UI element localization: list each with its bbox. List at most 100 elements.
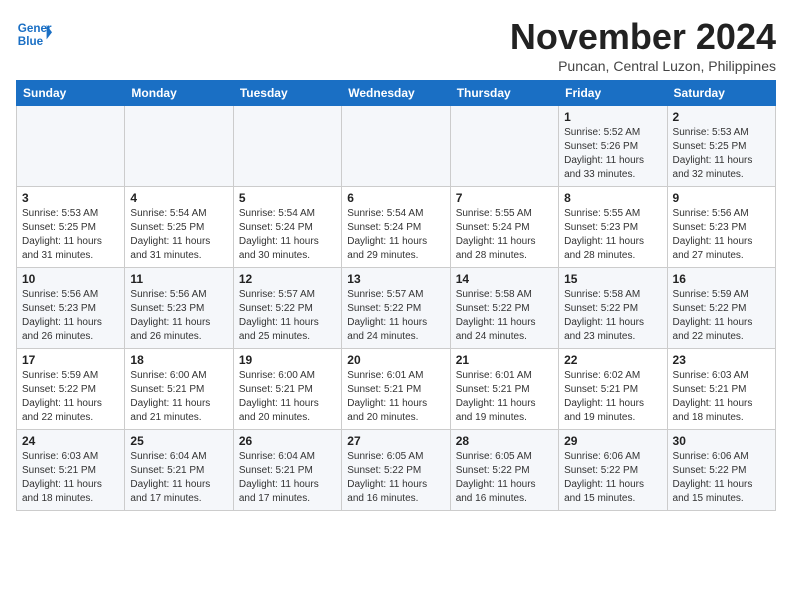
month-title: November 2024 xyxy=(510,16,776,58)
day-number: 10 xyxy=(22,272,119,286)
day-number: 19 xyxy=(239,353,336,367)
weekday-header-row: SundayMondayTuesdayWednesdayThursdayFrid… xyxy=(17,81,776,106)
calendar-cell: 21 Sunrise: 6:01 AMSunset: 5:21 PMDayligh… xyxy=(450,349,558,430)
day-info: Sunrise: 5:57 AMSunset: 5:22 PMDaylight:… xyxy=(239,288,336,344)
day-info: Sunrise: 6:06 AMSunset: 5:22 PMDaylight:… xyxy=(673,450,770,506)
calendar-cell: 23 Sunrise: 6:03 AMSunset: 5:21 PMDayligh… xyxy=(667,349,775,430)
svg-text:Blue: Blue xyxy=(18,35,44,48)
weekday-header-wednesday: Wednesday xyxy=(342,81,450,106)
page-header: General Blue November 2024 Puncan, Centr… xyxy=(16,16,776,74)
day-info: Sunrise: 5:53 AMSunset: 5:25 PMDaylight:… xyxy=(673,126,770,182)
day-info: Sunrise: 5:53 AMSunset: 5:25 PMDaylight:… xyxy=(22,207,119,263)
day-number: 7 xyxy=(456,191,553,205)
day-info: Sunrise: 5:58 AMSunset: 5:22 PMDaylight:… xyxy=(456,288,553,344)
calendar-cell: 4 Sunrise: 5:54 AMSunset: 5:25 PMDaylight… xyxy=(125,187,233,268)
calendar-cell: 15 Sunrise: 5:58 AMSunset: 5:22 PMDayligh… xyxy=(559,268,667,349)
calendar-cell: 2 Sunrise: 5:53 AMSunset: 5:25 PMDaylight… xyxy=(667,106,775,187)
day-number: 30 xyxy=(673,434,770,448)
calendar-cell: 9 Sunrise: 5:56 AMSunset: 5:23 PMDaylight… xyxy=(667,187,775,268)
day-number: 1 xyxy=(564,110,661,124)
day-info: Sunrise: 5:58 AMSunset: 5:22 PMDaylight:… xyxy=(564,288,661,344)
day-info: Sunrise: 5:55 AMSunset: 5:24 PMDaylight:… xyxy=(456,207,553,263)
calendar-cell: 19 Sunrise: 6:00 AMSunset: 5:21 PMDayligh… xyxy=(233,349,341,430)
day-number: 12 xyxy=(239,272,336,286)
logo: General Blue xyxy=(16,16,52,52)
day-number: 14 xyxy=(456,272,553,286)
day-number: 4 xyxy=(130,191,227,205)
day-info: Sunrise: 5:52 AMSunset: 5:26 PMDaylight:… xyxy=(564,126,661,182)
calendar-cell: 12 Sunrise: 5:57 AMSunset: 5:22 PMDayligh… xyxy=(233,268,341,349)
logo-icon: General Blue xyxy=(16,16,52,52)
calendar-cell: 11 Sunrise: 5:56 AMSunset: 5:23 PMDayligh… xyxy=(125,268,233,349)
calendar-cell: 25Sunrise: 6:04 AMSunset: 5:21 PMDayligh… xyxy=(125,430,233,511)
day-number: 29 xyxy=(564,434,661,448)
day-info: Sunrise: 6:03 AMSunset: 5:21 PMDaylight:… xyxy=(22,450,119,506)
day-info: Sunrise: 5:54 AMSunset: 5:25 PMDaylight:… xyxy=(130,207,227,263)
day-info: Sunrise: 6:01 AMSunset: 5:21 PMDaylight:… xyxy=(347,369,444,425)
calendar-cell: 24 Sunrise: 6:03 AMSunset: 5:21 PMDayligh… xyxy=(17,430,125,511)
calendar-cell: 13 Sunrise: 5:57 AMSunset: 5:22 PMDayligh… xyxy=(342,268,450,349)
day-number: 25 xyxy=(130,434,227,448)
calendar-week-3: 10 Sunrise: 5:56 AMSunset: 5:23 PMDayligh… xyxy=(17,268,776,349)
calendar-cell xyxy=(17,106,125,187)
day-number: 24 xyxy=(22,434,119,448)
calendar-cell: 14 Sunrise: 5:58 AMSunset: 5:22 PMDayligh… xyxy=(450,268,558,349)
calendar-week-1: 1 Sunrise: 5:52 AMSunset: 5:26 PMDaylight… xyxy=(17,106,776,187)
day-info: Sunrise: 6:04 AMSunset: 5:21 PMDaylight:… xyxy=(239,450,336,506)
calendar-cell: 16 Sunrise: 5:59 AMSunset: 5:22 PMDayligh… xyxy=(667,268,775,349)
day-number: 5 xyxy=(239,191,336,205)
day-number: 26 xyxy=(239,434,336,448)
day-info: Sunrise: 6:00 AMSunset: 5:21 PMDaylight:… xyxy=(239,369,336,425)
day-info: Sunrise: 6:05 AMSunset: 5:22 PMDaylight:… xyxy=(456,450,553,506)
day-info: Sunrise: 5:55 AMSunset: 5:23 PMDaylight:… xyxy=(564,207,661,263)
calendar-cell: 22 Sunrise: 6:02 AMSunset: 5:21 PMDayligh… xyxy=(559,349,667,430)
calendar-week-2: 3 Sunrise: 5:53 AMSunset: 5:25 PMDaylight… xyxy=(17,187,776,268)
day-info: Sunrise: 5:59 AMSunset: 5:22 PMDaylight:… xyxy=(673,288,770,344)
calendar-cell: 18 Sunrise: 6:00 AMSunset: 5:21 PMDayligh… xyxy=(125,349,233,430)
calendar-cell xyxy=(450,106,558,187)
day-number: 18 xyxy=(130,353,227,367)
calendar-week-5: 24 Sunrise: 6:03 AMSunset: 5:21 PMDayligh… xyxy=(17,430,776,511)
weekday-header-monday: Monday xyxy=(125,81,233,106)
location: Puncan, Central Luzon, Philippines xyxy=(510,58,776,74)
day-number: 2 xyxy=(673,110,770,124)
day-number: 22 xyxy=(564,353,661,367)
calendar-cell: 27Sunrise: 6:05 AMSunset: 5:22 PMDayligh… xyxy=(342,430,450,511)
day-number: 3 xyxy=(22,191,119,205)
calendar-cell: 1 Sunrise: 5:52 AMSunset: 5:26 PMDaylight… xyxy=(559,106,667,187)
day-info: Sunrise: 5:56 AMSunset: 5:23 PMDaylight:… xyxy=(22,288,119,344)
day-number: 8 xyxy=(564,191,661,205)
day-number: 13 xyxy=(347,272,444,286)
weekday-header-sunday: Sunday xyxy=(17,81,125,106)
day-number: 11 xyxy=(130,272,227,286)
day-info: Sunrise: 5:56 AMSunset: 5:23 PMDaylight:… xyxy=(673,207,770,263)
weekday-header-tuesday: Tuesday xyxy=(233,81,341,106)
day-info: Sunrise: 6:01 AMSunset: 5:21 PMDaylight:… xyxy=(456,369,553,425)
day-number: 23 xyxy=(673,353,770,367)
calendar-cell xyxy=(233,106,341,187)
day-info: Sunrise: 6:00 AMSunset: 5:21 PMDaylight:… xyxy=(130,369,227,425)
day-info: Sunrise: 5:54 AMSunset: 5:24 PMDaylight:… xyxy=(347,207,444,263)
day-number: 16 xyxy=(673,272,770,286)
calendar-cell: 10 Sunrise: 5:56 AMSunset: 5:23 PMDayligh… xyxy=(17,268,125,349)
calendar-cell: 30 Sunrise: 6:06 AMSunset: 5:22 PMDayligh… xyxy=(667,430,775,511)
calendar-cell: 6 Sunrise: 5:54 AMSunset: 5:24 PMDaylight… xyxy=(342,187,450,268)
day-number: 15 xyxy=(564,272,661,286)
day-number: 6 xyxy=(347,191,444,205)
day-number: 9 xyxy=(673,191,770,205)
calendar-cell xyxy=(125,106,233,187)
day-number: 20 xyxy=(347,353,444,367)
calendar-cell: 28Sunrise: 6:05 AMSunset: 5:22 PMDayligh… xyxy=(450,430,558,511)
day-number: 21 xyxy=(456,353,553,367)
calendar-week-4: 17Sunrise: 5:59 AMSunset: 5:22 PMDayligh… xyxy=(17,349,776,430)
calendar-cell: 3 Sunrise: 5:53 AMSunset: 5:25 PMDaylight… xyxy=(17,187,125,268)
weekday-header-saturday: Saturday xyxy=(667,81,775,106)
day-info: Sunrise: 6:02 AMSunset: 5:21 PMDaylight:… xyxy=(564,369,661,425)
day-info: Sunrise: 6:03 AMSunset: 5:21 PMDaylight:… xyxy=(673,369,770,425)
day-info: Sunrise: 5:57 AMSunset: 5:22 PMDaylight:… xyxy=(347,288,444,344)
calendar-cell: 29Sunrise: 6:06 AMSunset: 5:22 PMDayligh… xyxy=(559,430,667,511)
day-info: Sunrise: 5:56 AMSunset: 5:23 PMDaylight:… xyxy=(130,288,227,344)
calendar-table: SundayMondayTuesdayWednesdayThursdayFrid… xyxy=(16,80,776,511)
day-number: 27 xyxy=(347,434,444,448)
calendar-cell: 20 Sunrise: 6:01 AMSunset: 5:21 PMDayligh… xyxy=(342,349,450,430)
